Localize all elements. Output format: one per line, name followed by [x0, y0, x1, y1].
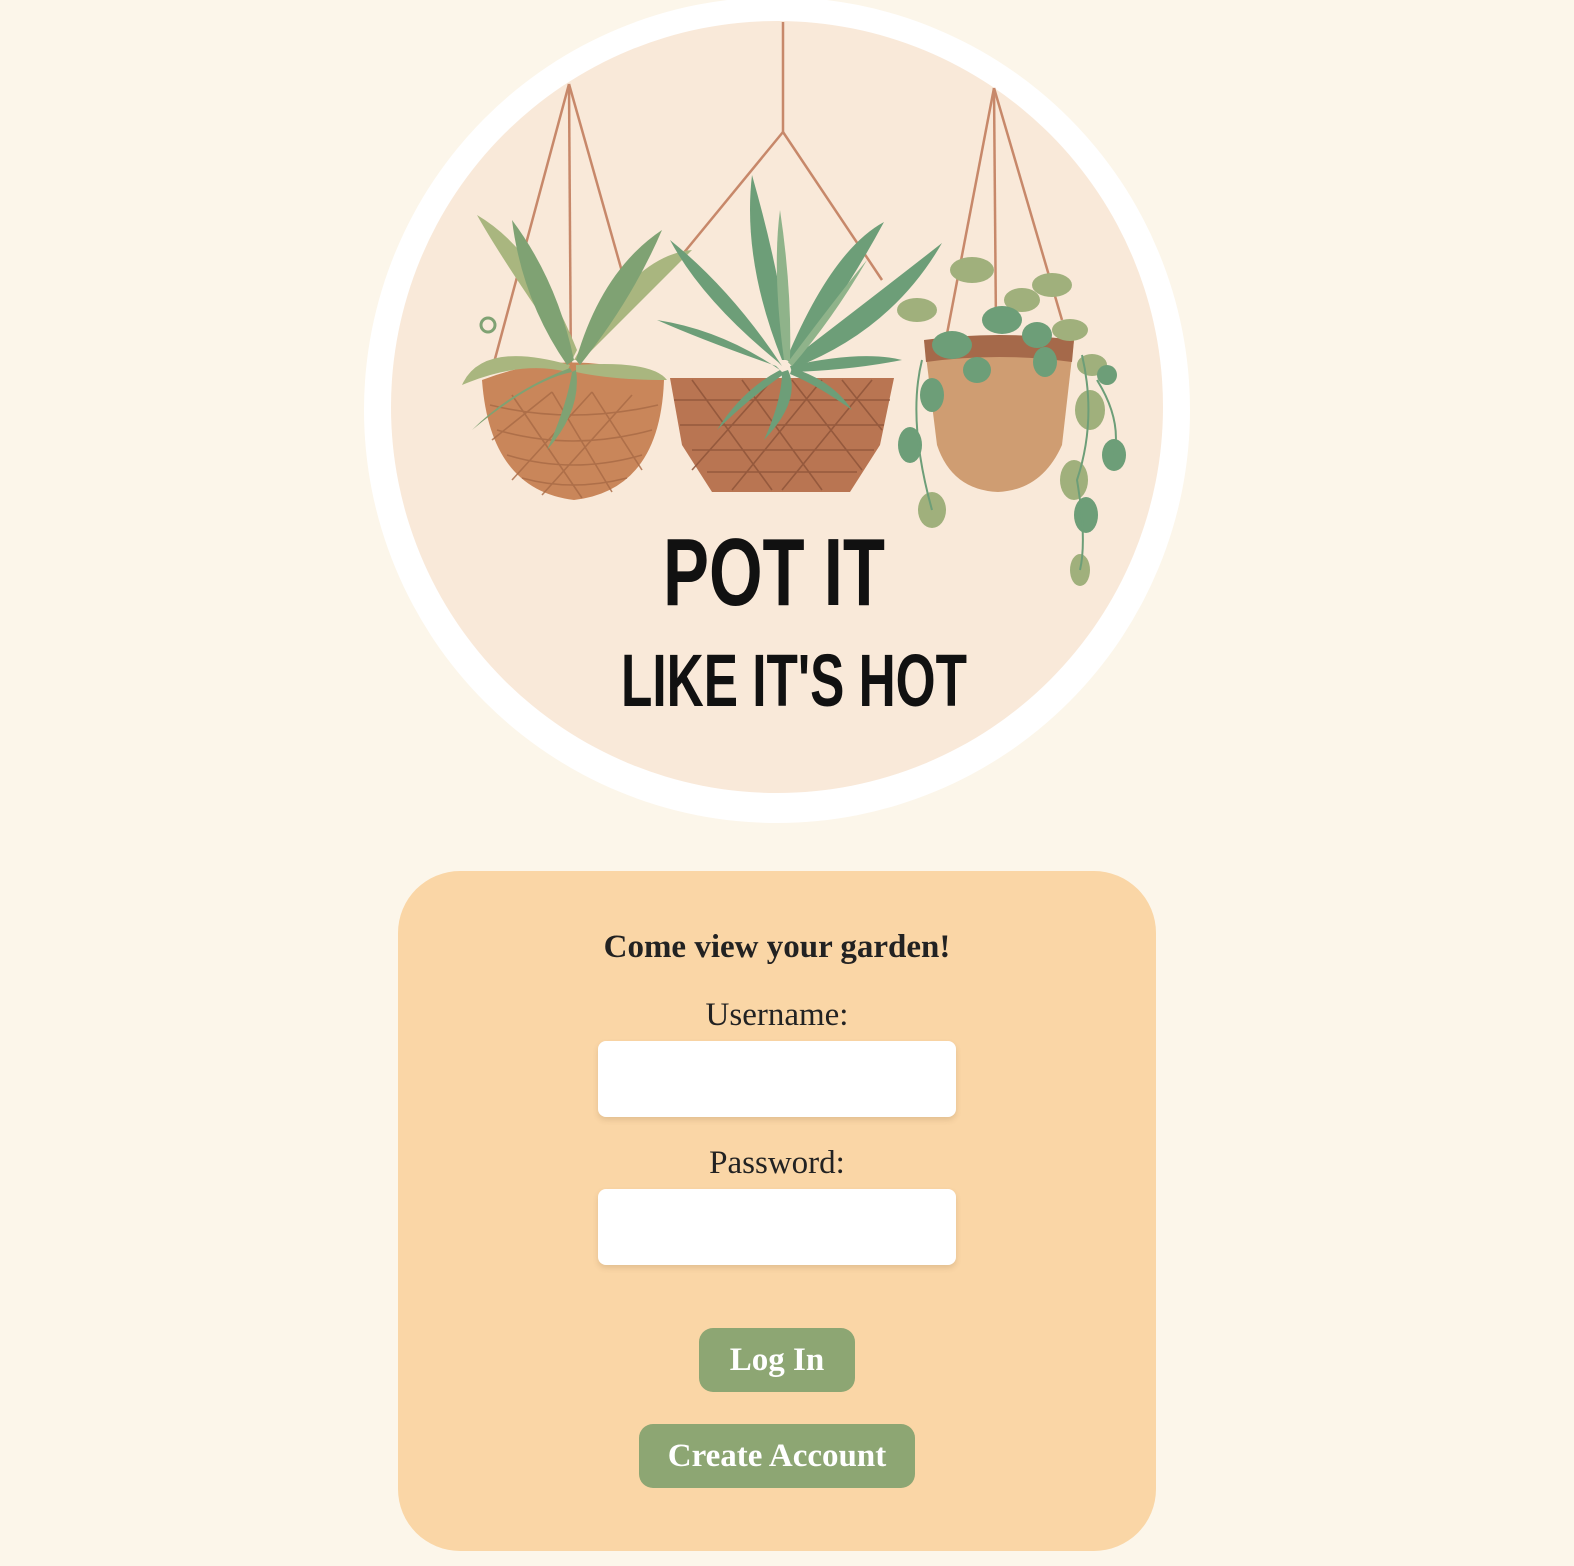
hanging-plants-logo: POT IT LIKE IT'S HOT	[364, 0, 1190, 823]
username-input[interactable]	[598, 1041, 956, 1117]
logo-title-line2: LIKE IT'S HOT	[621, 639, 967, 722]
username-label: Username:	[705, 997, 849, 1033]
login-card: Come view your garden! Username: Passwor…	[398, 871, 1156, 1551]
password-label: Password:	[709, 1145, 845, 1181]
form-heading: Come view your garden!	[603, 929, 951, 965]
create-account-button[interactable]: Create Account	[639, 1424, 915, 1488]
password-input[interactable]	[598, 1189, 956, 1265]
login-button[interactable]: Log In	[699, 1328, 855, 1392]
logo: POT IT LIKE IT'S HOT	[362, 0, 1194, 826]
logo-title-line1: POT IT	[663, 519, 885, 626]
